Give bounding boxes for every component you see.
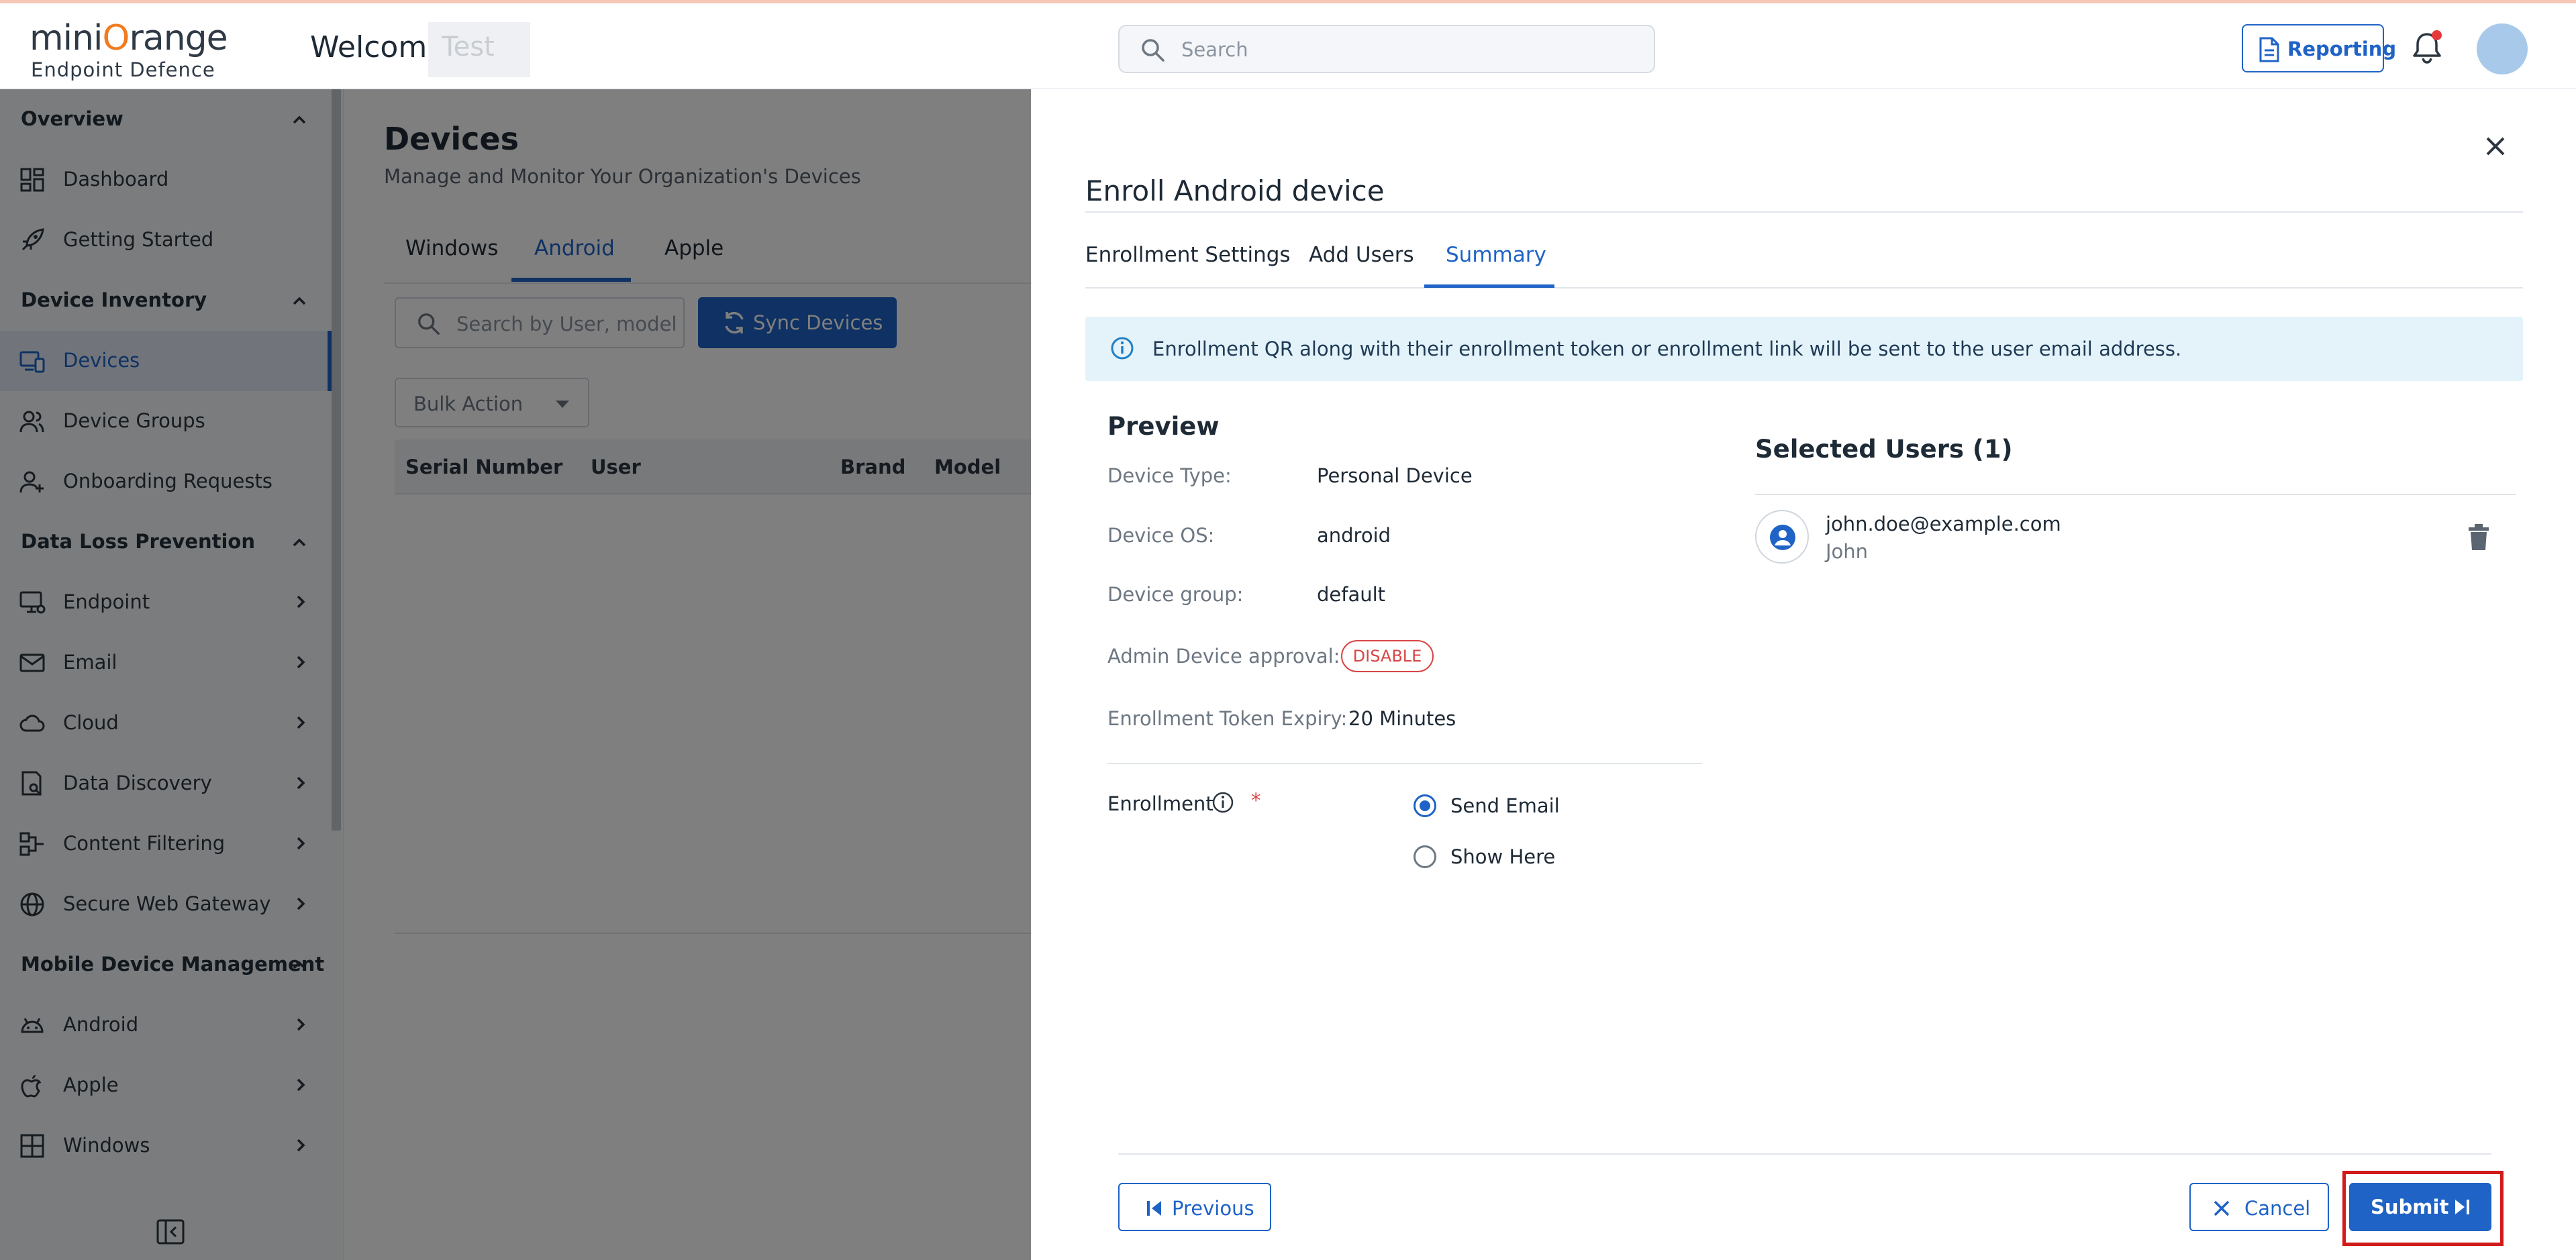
device-os-value: android [1317, 524, 1391, 547]
info-banner-text: Enrollment QR along with their enrollmen… [1152, 337, 2182, 360]
tab-add-users[interactable]: Add Users [1309, 243, 1414, 267]
cancel-button[interactable]: Cancel [2189, 1183, 2329, 1231]
reporting-button[interactable]: Reporting [2242, 24, 2396, 72]
modal-backdrop[interactable] [0, 89, 1031, 1260]
logo-brand: miniOrange [30, 18, 228, 58]
tabs-divider [1085, 287, 2523, 288]
close-icon [2211, 1198, 2232, 1224]
top-header: miniOrange Endpoint Defence Welcome Test… [0, 0, 2576, 89]
document-icon [2258, 36, 2281, 68]
preview-heading: Preview [1107, 412, 1220, 441]
user-email: john.doe@example.com [1826, 513, 2061, 535]
user-name: John [1826, 540, 1869, 563]
drawer-title: Enroll Android device [1085, 174, 1385, 207]
info-icon[interactable] [1211, 790, 1235, 817]
radio-show-here[interactable] [1414, 845, 1436, 868]
status-badge-disable: DISABLE [1341, 640, 1434, 672]
submit-label: Submit [2371, 1196, 2449, 1218]
selected-users-heading: Selected Users (1) [1755, 435, 2013, 464]
info-icon [1109, 335, 1135, 364]
token-expiry-label: Enrollment Token Expiry: [1107, 707, 1348, 730]
send-email-label[interactable]: Send Email [1450, 794, 1560, 817]
preview-divider [1107, 763, 1702, 764]
previous-button[interactable]: Previous [1118, 1183, 1271, 1231]
notification-dot [2432, 30, 2442, 40]
device-type-label: Device Type: [1107, 464, 1232, 487]
device-group-value: default [1317, 583, 1386, 606]
enrollment-label: Enrollment [1107, 792, 1213, 815]
previous-label: Previous [1172, 1197, 1254, 1220]
radio-send-email[interactable] [1414, 794, 1436, 817]
title-divider [1085, 211, 2523, 213]
required-mark: * [1251, 789, 1261, 812]
close-icon[interactable] [2481, 132, 2510, 161]
info-banner: Enrollment QR along with their enrollmen… [1085, 317, 2523, 381]
show-here-label[interactable]: Show Here [1450, 845, 1555, 868]
active-tab-indicator [1424, 284, 1554, 288]
cancel-label: Cancel [2244, 1197, 2311, 1220]
skip-next-icon [2453, 1198, 2471, 1221]
search-icon [1140, 37, 1167, 66]
notification-bell-icon[interactable] [2408, 29, 2446, 66]
trash-icon[interactable] [2467, 523, 2490, 554]
device-type-value: Personal Device [1317, 464, 1473, 487]
skip-previous-icon [1145, 1199, 1164, 1222]
device-group-label: Device group: [1107, 583, 1244, 606]
welcome-user-name: Test [428, 22, 530, 77]
reporting-label: Reporting [2287, 38, 2397, 60]
global-search-input[interactable]: Search [1118, 25, 1655, 73]
selected-users-divider [1755, 494, 2516, 495]
miniorange-logo[interactable]: miniOrange Endpoint Defence [30, 18, 228, 83]
search-placeholder: Search [1181, 38, 1248, 61]
tab-enrollment-settings[interactable]: Enrollment Settings [1085, 243, 1291, 267]
footer-divider [1118, 1153, 2491, 1155]
user-avatar[interactable] [2477, 23, 2528, 74]
admin-approval-label: Admin Device approval: [1107, 645, 1340, 668]
token-expiry-value: 20 Minutes [1348, 707, 1456, 730]
user-circle-icon [1769, 523, 1797, 554]
device-os-label: Device OS: [1107, 524, 1215, 547]
user-avatar [1755, 510, 1809, 564]
welcome-text: Welcome [310, 30, 446, 64]
submit-button[interactable]: Submit [2349, 1183, 2491, 1231]
tab-summary[interactable]: Summary [1446, 243, 1546, 267]
logo-subtitle: Endpoint Defence [31, 58, 215, 81]
